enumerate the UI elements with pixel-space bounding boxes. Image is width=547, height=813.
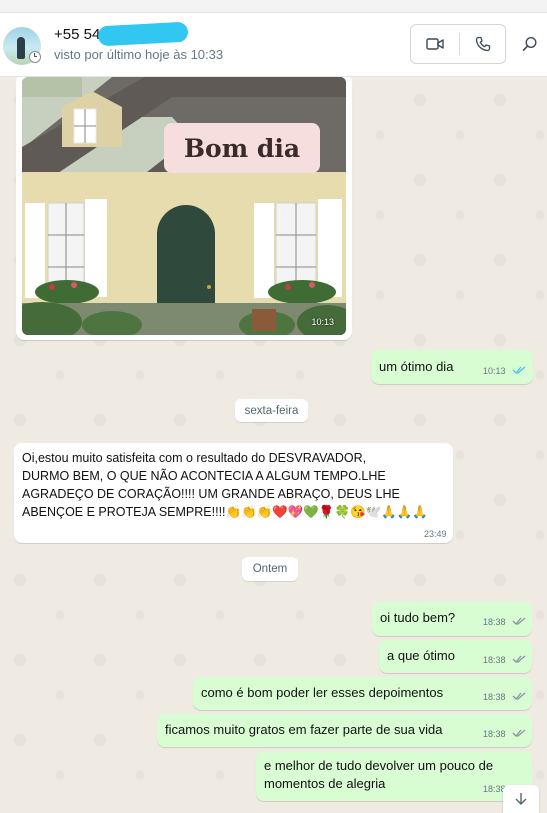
- day-separator: sexta-feira: [235, 399, 308, 422]
- message-text: como é bom poder ler esses depoimentos: [201, 685, 444, 700]
- message-time: 18:38: [483, 692, 506, 702]
- chevron-down-icon: [515, 793, 527, 805]
- message-text: um ótimo dia: [379, 359, 454, 374]
- redaction-scribble: [97, 21, 189, 47]
- message-line: AGRADEÇO DE CORAÇÃO!!!! UM GRANDE ABRAÇO…: [22, 487, 400, 501]
- outgoing-message[interactable]: um ótimo dia 10:13: [371, 350, 533, 384]
- message-line: e melhor de tudo devolver um pouco de: [264, 758, 494, 773]
- message-line: momentos de alegria: [264, 776, 386, 791]
- video-camera-icon: [426, 38, 444, 50]
- message-time: 10:13: [483, 366, 506, 376]
- message-time: 23:49: [424, 529, 447, 539]
- message-text: oi tudo bem?: [380, 610, 456, 625]
- search-button[interactable]: [516, 30, 544, 58]
- house-image[interactable]: Bom dia 10:13: [22, 77, 346, 335]
- day-separator: Ontem: [242, 557, 298, 581]
- message-text: ficamos muito gratos em fazer parte de s…: [165, 722, 443, 737]
- scroll-to-bottom-button[interactable]: [503, 785, 539, 813]
- video-call-button[interactable]: [411, 25, 459, 63]
- double-check-icon: [512, 692, 526, 700]
- chat-header: +55 54 visto por último hoje às 10:33: [0, 0, 547, 77]
- message-text: e melhor de tudo devolver um pouco de mo…: [264, 757, 493, 793]
- call-button-group: [410, 24, 506, 64]
- image-caption-bom-dia: Bom dia: [164, 123, 320, 173]
- message-time: 18:38: [483, 617, 506, 627]
- outgoing-message[interactable]: e melhor de tudo devolver um pouco de mo…: [256, 751, 532, 801]
- incoming-message[interactable]: Oi,estou muito satisfeita com o resultad…: [14, 443, 453, 543]
- double-check-icon: [512, 617, 526, 625]
- outgoing-message[interactable]: oi tudo bem? 18:38: [372, 602, 532, 636]
- window-top-strip: [0, 0, 547, 13]
- avatar-person-silhouette: [17, 37, 25, 59]
- outgoing-message[interactable]: ficamos muito gratos em fazer parte de s…: [157, 714, 532, 747]
- image-message[interactable]: Bom dia 10:13: [16, 74, 352, 340]
- last-seen-status: visto por último hoje às 10:33: [54, 47, 224, 62]
- status-clock-icon: [29, 51, 41, 63]
- message-line: ABENÇOE E PROTEJA SEMPRE!!!!👏👏👏❤️💖💚🌹🍀😘🕊️…: [22, 505, 428, 519]
- voice-call-button[interactable]: [459, 25, 507, 63]
- outgoing-message[interactable]: como é bom poder ler esses depoimentos 1…: [193, 677, 532, 710]
- house-illustration: [22, 77, 346, 335]
- double-check-read-icon: [512, 366, 526, 374]
- message-time: 18:38: [483, 729, 506, 739]
- contact-name[interactable]: +55 54: [54, 26, 100, 43]
- double-check-icon: [512, 655, 526, 663]
- message-text: Oi,estou muito satisfeita com o resultad…: [22, 449, 428, 521]
- search-icon: [522, 36, 537, 51]
- message-time: 10:13: [311, 317, 334, 327]
- message-time: 18:38: [483, 655, 506, 665]
- outgoing-message[interactable]: a que ótimo 18:38: [379, 640, 532, 673]
- message-line: DURMO BEM, O QUE NÃO ACONTECIA A ALGUM T…: [22, 469, 386, 483]
- message-text: a que ótimo: [387, 648, 455, 663]
- phone-icon: [475, 36, 491, 52]
- double-check-icon: [512, 729, 526, 737]
- message-line: Oi,estou muito satisfeita com o resultad…: [22, 451, 367, 465]
